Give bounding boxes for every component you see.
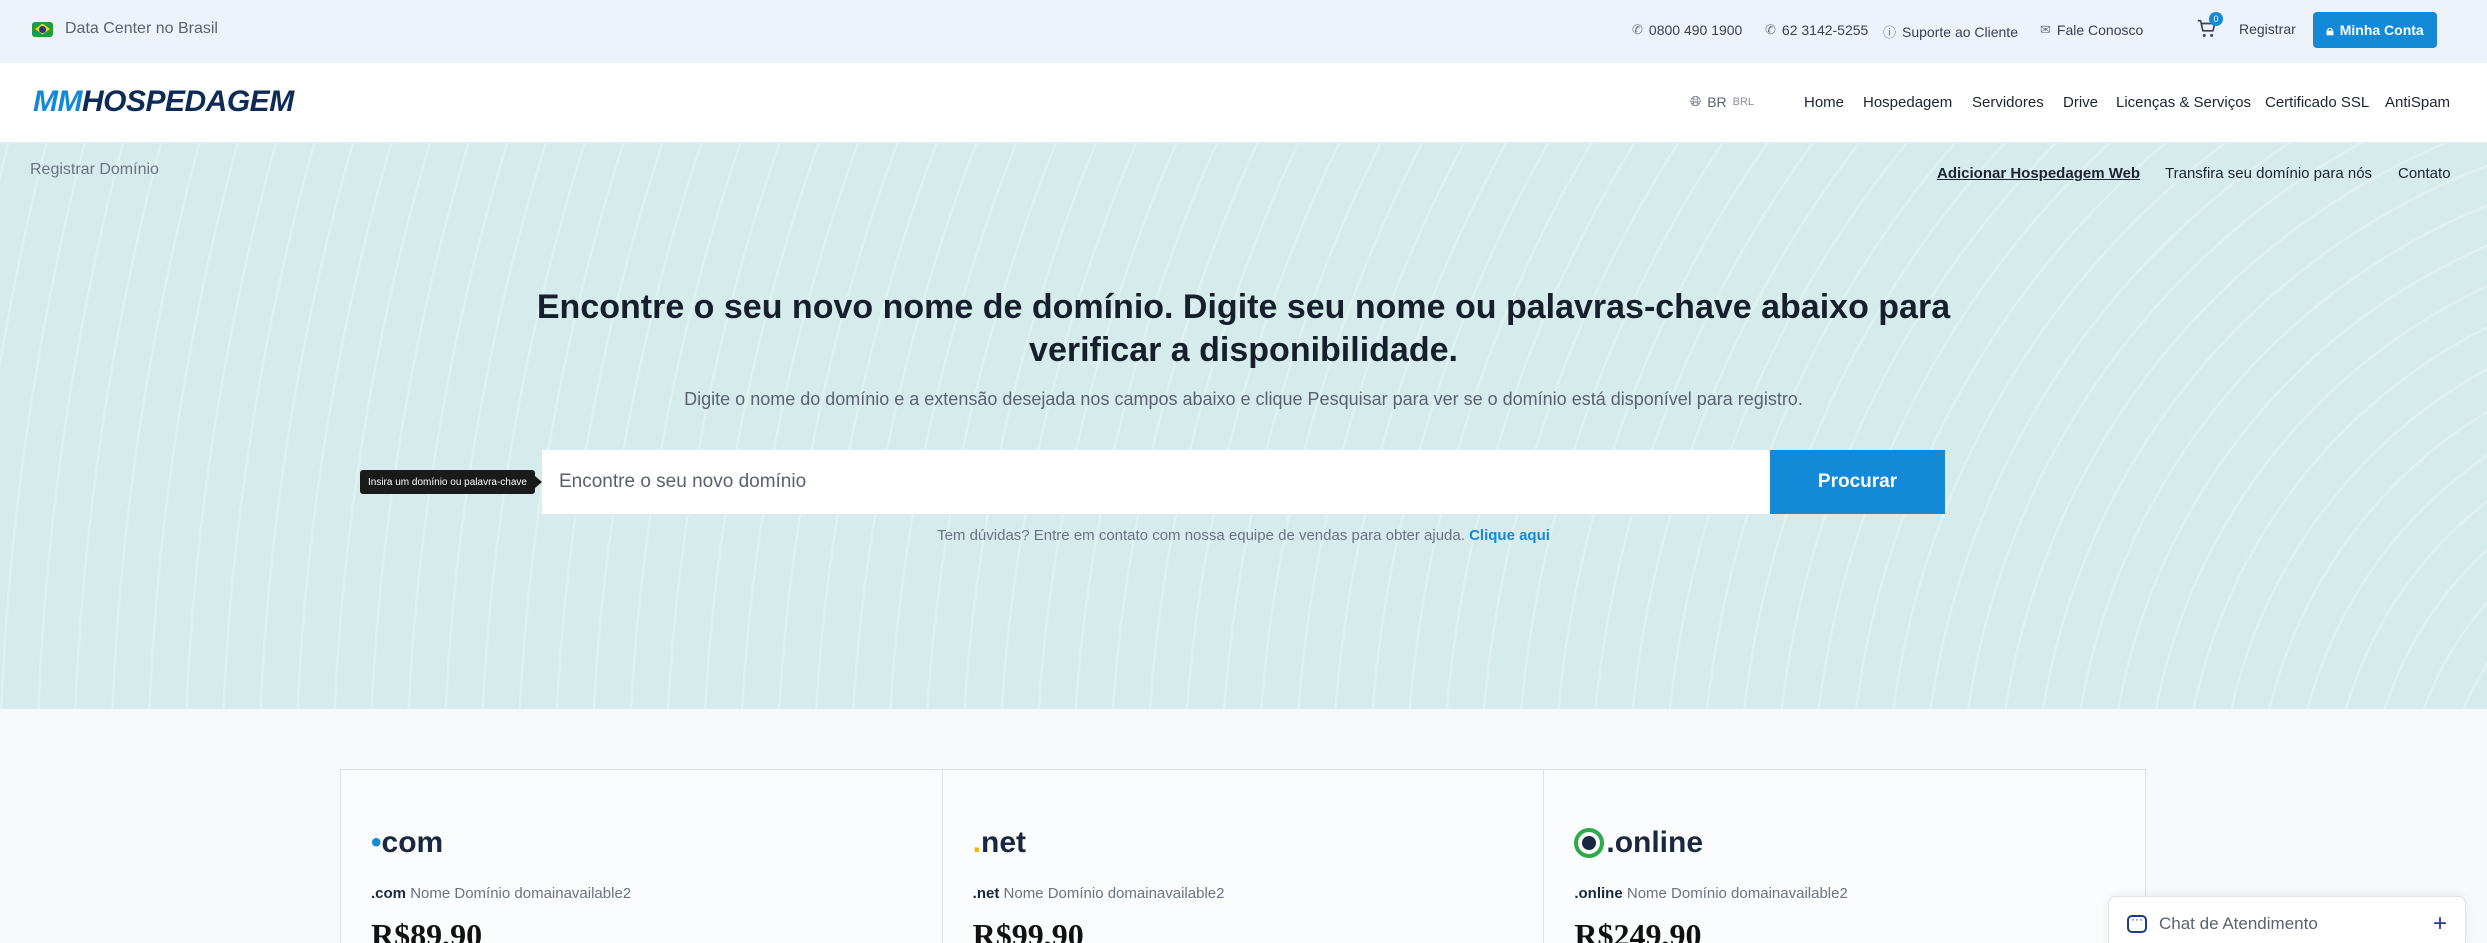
expand-chat-icon[interactable]: + bbox=[2433, 910, 2447, 938]
tld-description: .online Nome Domínio domainavailable2 bbox=[1574, 885, 1848, 902]
currency-label: BRL bbox=[1732, 95, 1755, 108]
site-logo[interactable]: MMHOSPEDAGEM bbox=[33, 85, 294, 119]
tld-card-com[interactable]: • com .com Nome Domínio domainavailable2 … bbox=[341, 770, 943, 943]
search-tooltip: Insira um domínio ou palavra-chave bbox=[360, 470, 542, 494]
nav-antispam[interactable]: AntiSpam bbox=[2385, 94, 2450, 111]
net-logo: . net bbox=[972, 826, 1027, 859]
tld-description: .com Nome Domínio domainavailable2 bbox=[371, 885, 632, 902]
com-logo: • com bbox=[371, 826, 444, 859]
my-account-button[interactable]: 🔒︎ Minha Conta bbox=[2313, 12, 2437, 48]
tld-price: R$99,90 bbox=[972, 917, 1084, 943]
cart-button[interactable]: 0 bbox=[2196, 12, 2223, 40]
top-bar: Data Center no Brasil ✆ 0800 490 1900 ✆ … bbox=[0, 0, 2487, 63]
tld-pricing-cards: • com .com Nome Domínio domainavailable2 … bbox=[340, 769, 2146, 943]
subnav-transfer-domain[interactable]: Transfira seu domínio para nós bbox=[2165, 165, 2372, 182]
subnav-add-hosting[interactable]: Adicionar Hospedagem Web bbox=[1937, 165, 2140, 182]
phone-link-2[interactable]: ✆ 62 3142-5255 bbox=[1765, 22, 1868, 38]
nav-certificado-ssl[interactable]: Certificado SSL bbox=[2265, 94, 2369, 111]
mail-icon: ✉ bbox=[2040, 22, 2051, 37]
online-globe-icon bbox=[1574, 828, 1605, 858]
search-button[interactable]: Procurar bbox=[1770, 450, 1945, 514]
nav-hospedagem[interactable]: Hospedagem bbox=[1863, 94, 1952, 111]
domain-search-hero: Registrar Domínio Adicionar Hospedagem W… bbox=[0, 143, 2487, 709]
globe-icon: 🌐︎ bbox=[1690, 93, 1702, 109]
chat-label: Chat de Atendimento bbox=[2159, 914, 2318, 933]
domain-search-form: Encontre o seu novo domínio Procurar bbox=[542, 450, 1945, 514]
tld-price: R$89,90 bbox=[371, 917, 483, 943]
phone-link-1[interactable]: ✆ 0800 490 1900 bbox=[1632, 22, 1742, 38]
support-link[interactable]: ⓘ Suporte ao Cliente bbox=[1883, 22, 2018, 41]
help-text: Tem dúvidas? Entre em contato com nossa … bbox=[937, 527, 1550, 544]
info-icon: ⓘ bbox=[1883, 25, 1897, 40]
lock-icon: 🔒︎ bbox=[2326, 21, 2334, 38]
language-selector[interactable]: 🌐︎ BR BRL bbox=[1690, 93, 1754, 110]
tld-card-online[interactable]: . online .online Nome Domínio domainavail… bbox=[1544, 770, 2145, 943]
phone-icon: ✆ bbox=[1765, 22, 1776, 37]
phone-icon: ✆ bbox=[1632, 22, 1643, 37]
subnav-contact[interactable]: Contato bbox=[2398, 165, 2451, 182]
cart-count-badge: 0 bbox=[2209, 12, 2223, 26]
chat-widget[interactable]: Chat de Atendimento + bbox=[2108, 896, 2466, 943]
nav-drive[interactable]: Drive bbox=[2063, 94, 2098, 111]
online-logo: . online bbox=[1574, 826, 1703, 860]
tld-price: R$249,90 bbox=[1574, 917, 1702, 943]
tld-card-net[interactable]: . net .net Nome Domínio domainavailable2 … bbox=[943, 770, 1545, 943]
tld-description: .net Nome Domínio domainavailable2 bbox=[972, 885, 1225, 902]
datacenter-label: Data Center no Brasil bbox=[65, 20, 218, 37]
contact-link[interactable]: ✉ Fale Conosco bbox=[2040, 22, 2143, 38]
brazil-flag-icon bbox=[32, 21, 53, 37]
breadcrumb[interactable]: Registrar Domínio bbox=[30, 161, 159, 179]
nav-servidores[interactable]: Servidores bbox=[1972, 94, 2044, 111]
page-subtitle: Digite o nome do domínio e a extensão de… bbox=[684, 389, 1803, 409]
register-link[interactable]: Registrar bbox=[2239, 21, 2296, 37]
main-header: MMHOSPEDAGEM 🌐︎ BR BRL Home Hospedagem S… bbox=[0, 63, 2487, 143]
page-title: Encontre o seu novo nome de domínio. Dig… bbox=[536, 288, 1951, 369]
nav-home[interactable]: Home bbox=[1804, 94, 1844, 111]
nav-licencas[interactable]: Licenças & Serviços bbox=[2116, 94, 2251, 111]
chat-bubble-icon bbox=[2127, 912, 2147, 933]
help-link[interactable]: Clique aqui bbox=[1469, 527, 1550, 544]
datacenter-info: Data Center no Brasil bbox=[32, 20, 218, 38]
domain-search-input[interactable]: Encontre o seu novo domínio bbox=[542, 450, 1770, 514]
